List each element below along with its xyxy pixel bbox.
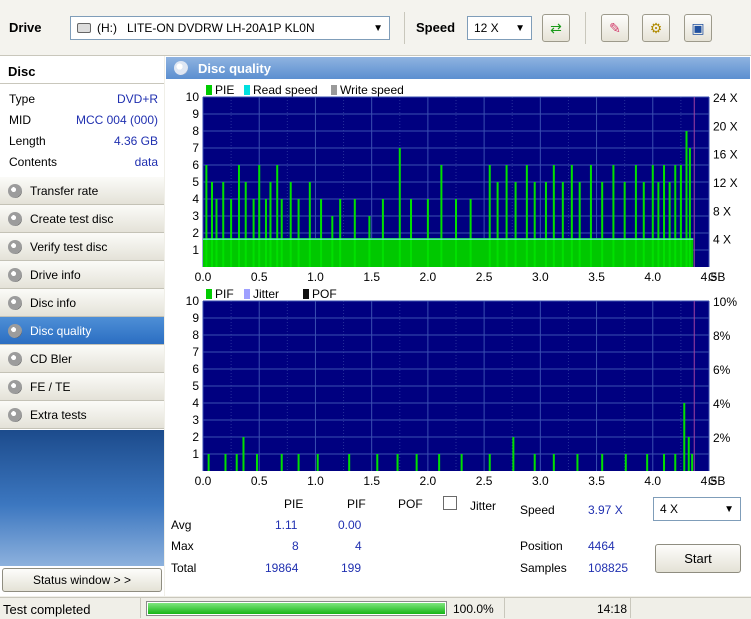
samples-label: Samples [520, 561, 567, 575]
stats-header-pof: POF [398, 497, 423, 511]
row-label-avg: Avg [171, 518, 192, 532]
test-speed-value: 4 X [660, 502, 679, 516]
start-button[interactable]: Start [655, 544, 741, 573]
jitter-checkbox[interactable] [443, 496, 457, 510]
speed-stat-label: Speed [520, 503, 555, 517]
row-label-total: Total [171, 561, 197, 575]
divider [504, 598, 505, 618]
divider [630, 598, 631, 618]
max-pie-value: 8 [292, 539, 299, 553]
stats-header-pie: PIE [284, 497, 304, 511]
chevron-down-icon: ▼ [724, 503, 734, 515]
speed-stat-value: 3.97 X [588, 503, 623, 517]
stats-header-pif: PIF [347, 497, 366, 511]
divider [140, 598, 141, 618]
avg-pie-value: 1.11 [275, 518, 298, 532]
progress-fill [148, 603, 445, 614]
status-time: 14:18 [597, 602, 628, 616]
samples-value: 108825 [588, 561, 629, 575]
avg-pif-value: 0.00 [338, 518, 362, 532]
row-label-max: Max [171, 539, 194, 553]
progress-bar [146, 601, 447, 616]
total-pie-value: 19864 [265, 561, 299, 575]
position-label: Position [520, 539, 563, 553]
position-value: 4464 [588, 539, 615, 553]
status-message: Test completed [3, 602, 91, 617]
jitter-label: Jitter [470, 499, 497, 513]
test-speed-select[interactable]: 4 X ▼ [653, 497, 741, 521]
max-pif-value: 4 [355, 539, 362, 553]
progress-text: 100.0% [453, 602, 494, 616]
stats-area: PIE PIF POF Jitter Avg 1.11 0.00 Max 8 4… [0, 0, 751, 619]
total-pif-value: 199 [341, 561, 362, 575]
